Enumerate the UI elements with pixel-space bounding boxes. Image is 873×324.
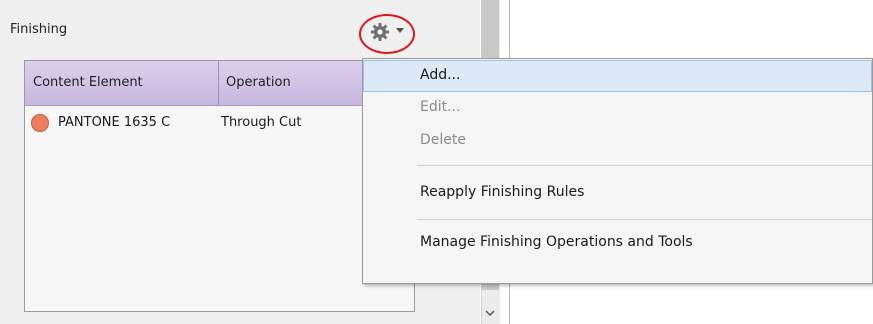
menu-item-label: Edit... (420, 99, 461, 115)
menu-item-delete: Delete (363, 125, 872, 157)
content-element-cell: PANTONE 1635 C (58, 115, 171, 130)
operation-cell: Through Cut (221, 115, 302, 130)
panel-title: Finishing (10, 22, 68, 37)
menu-separator (417, 165, 872, 166)
menu-separator (417, 219, 872, 220)
menu-item-label: Reapply Finishing Rules (420, 184, 585, 200)
finishing-table: Content Element Operation PANTONE 1635 C… (24, 60, 415, 312)
menu-item-add[interactable]: Add... (363, 60, 872, 92)
menu-item-manage-finishing-operations[interactable]: Manage Finishing Operations and Tools (363, 227, 872, 259)
settings-context-menu: Add... Edit... Delete Reapply Finishing … (362, 58, 873, 284)
scroll-down-icon (485, 310, 495, 317)
column-divider[interactable] (218, 61, 219, 105)
column-header-content-element[interactable]: Content Element (33, 75, 143, 90)
highlight-ring (359, 14, 415, 54)
table-row[interactable]: PANTONE 1635 C Through Cut (25, 106, 414, 136)
table-header: Content Element Operation (25, 61, 414, 106)
menu-item-label: Delete (420, 132, 466, 148)
menu-item-reapply-finishing-rules[interactable]: Reapply Finishing Rules (363, 177, 872, 209)
menu-item-edit: Edit... (363, 92, 872, 124)
color-swatch-icon (31, 114, 49, 132)
menu-item-label: Manage Finishing Operations and Tools (420, 234, 693, 250)
scroll-down-button[interactable] (481, 306, 499, 322)
menu-item-label: Add... (420, 67, 461, 83)
column-header-operation[interactable]: Operation (226, 75, 291, 90)
